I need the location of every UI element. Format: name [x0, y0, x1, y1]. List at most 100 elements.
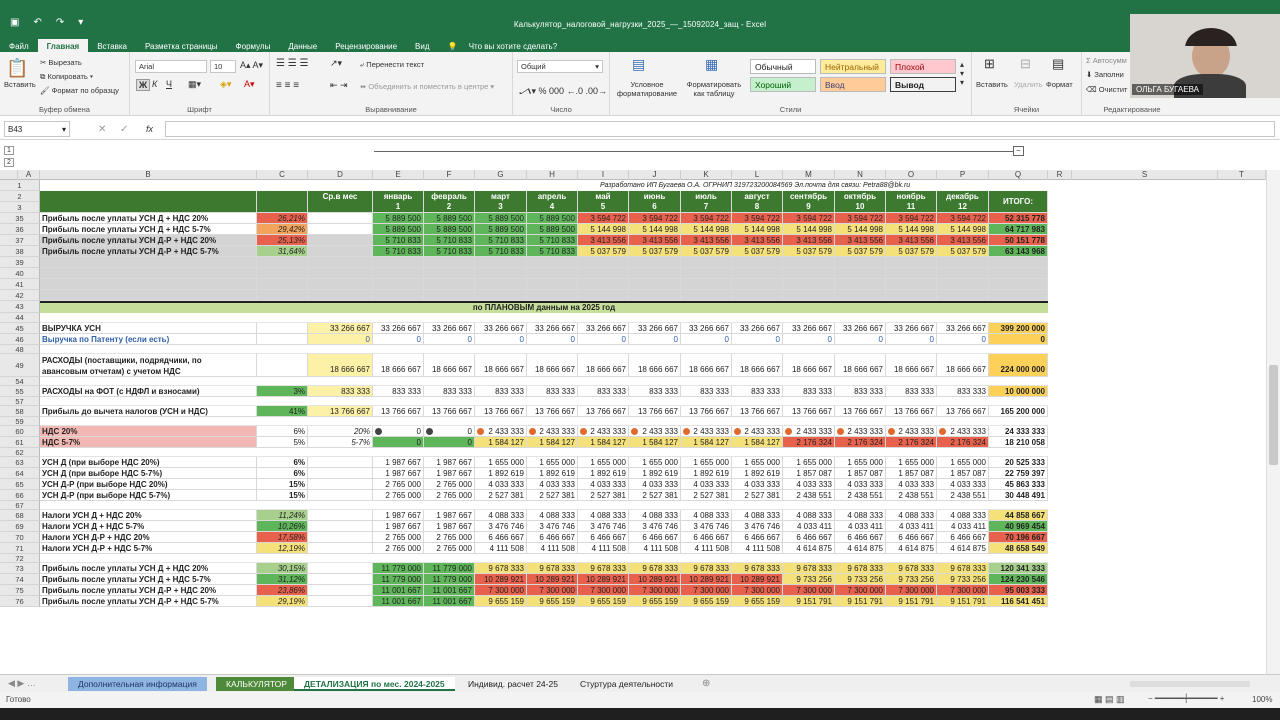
- cell-b[interactable]: [40, 290, 257, 301]
- row-header[interactable]: 44: [0, 313, 40, 323]
- row-pct[interactable]: 31,12%: [257, 574, 308, 585]
- month-value[interactable]: 1 892 619: [475, 468, 527, 479]
- month-value[interactable]: 33 266 667: [937, 323, 989, 334]
- fill-button[interactable]: ⬇ Заполни: [1086, 70, 1124, 79]
- row-header[interactable]: 62: [0, 448, 40, 457]
- month-value[interactable]: 0: [424, 426, 475, 437]
- month-value[interactable]: 0: [373, 437, 424, 448]
- month-value[interactable]: 9 678 333: [475, 563, 527, 574]
- plan-section-title[interactable]: по ПЛАНОВЫМ данным на 2025 год: [40, 301, 1048, 313]
- row-pct[interactable]: 10,26%: [257, 521, 308, 532]
- header-month-4[interactable]: апрель 4: [527, 191, 578, 213]
- column-header-c[interactable]: C: [257, 170, 308, 180]
- cell-p[interactable]: [937, 257, 989, 268]
- row-header[interactable]: 76: [0, 596, 40, 607]
- row-label[interactable]: ВЫРУЧКА УСН: [40, 323, 257, 334]
- month-value[interactable]: 18 666 667: [629, 354, 681, 377]
- row-header[interactable]: 46: [0, 334, 40, 345]
- row-label[interactable]: Налоги УСН Д + НДС 20%: [40, 510, 257, 521]
- column-header-t[interactable]: T: [1218, 170, 1266, 180]
- row-pct[interactable]: 29,19%: [257, 596, 308, 607]
- month-value[interactable]: 7 300 000: [578, 585, 629, 596]
- column-header-o[interactable]: O: [886, 170, 937, 180]
- cell-d[interactable]: [308, 510, 373, 521]
- month-value[interactable]: 10 289 921: [578, 574, 629, 585]
- column-header-f[interactable]: F: [424, 170, 475, 180]
- month-value[interactable]: 5 889 500: [424, 213, 475, 224]
- row-total[interactable]: 120 341 333: [989, 563, 1048, 574]
- month-value[interactable]: 2 176 324: [937, 437, 989, 448]
- row-total[interactable]: 52 315 778: [989, 213, 1048, 224]
- month-value[interactable]: 33 266 667: [629, 323, 681, 334]
- cell-d[interactable]: [308, 532, 373, 543]
- row-pct[interactable]: 6%: [257, 426, 308, 437]
- row-header[interactable]: 74: [0, 574, 40, 585]
- row-label[interactable]: Прибыль до вычета налогов (УСН и НДС): [40, 406, 257, 417]
- month-value[interactable]: 2 527 381: [527, 490, 578, 501]
- row-label[interactable]: Прибыль после уплаты УСН Д-Р + НДС 20%: [40, 235, 257, 246]
- month-value[interactable]: 18 666 667: [578, 354, 629, 377]
- cell-e[interactable]: [373, 268, 424, 279]
- month-value[interactable]: 11 779 000: [424, 563, 475, 574]
- month-value[interactable]: 33 266 667: [424, 323, 475, 334]
- cell-d[interactable]: [308, 574, 373, 585]
- cell-c[interactable]: [257, 323, 308, 334]
- month-value[interactable]: 1 892 619: [527, 468, 578, 479]
- month-value[interactable]: 1 584 127: [527, 437, 578, 448]
- cell-q[interactable]: [989, 290, 1048, 301]
- row-total[interactable]: 30 448 491: [989, 490, 1048, 501]
- month-value[interactable]: 1 584 127: [629, 437, 681, 448]
- month-value[interactable]: 2 433 333: [629, 426, 681, 437]
- month-value[interactable]: 18 666 667: [527, 354, 578, 377]
- month-value[interactable]: 7 300 000: [629, 585, 681, 596]
- month-value[interactable]: 5 144 998: [732, 224, 783, 235]
- month-value[interactable]: 4 033 333: [527, 479, 578, 490]
- column-header-p[interactable]: P: [937, 170, 989, 180]
- row-header[interactable]: 64: [0, 468, 40, 479]
- row-header[interactable]: 60: [0, 426, 40, 437]
- month-value[interactable]: 5 710 833: [527, 235, 578, 246]
- wrap-text-button[interactable]: ⤶ Перенести текст: [360, 60, 424, 70]
- cell-d[interactable]: [308, 468, 373, 479]
- month-value[interactable]: 2 527 381: [629, 490, 681, 501]
- indent-icon[interactable]: ⇤ ⇥: [330, 80, 348, 91]
- month-value[interactable]: 4 614 875: [783, 543, 835, 554]
- month-value[interactable]: 2 438 551: [783, 490, 835, 501]
- month-value[interactable]: 5 889 500: [424, 224, 475, 235]
- cell-d[interactable]: [308, 279, 373, 290]
- font-size-select[interactable]: 10: [210, 60, 236, 73]
- month-value[interactable]: 6 466 667: [681, 532, 732, 543]
- row-total[interactable]: 64 717 983: [989, 224, 1048, 235]
- month-value[interactable]: 2 765 000: [373, 490, 424, 501]
- row-total[interactable]: 22 759 397: [989, 468, 1048, 479]
- row-header[interactable]: 41: [0, 279, 40, 290]
- row-header[interactable]: 39: [0, 257, 40, 268]
- cell-j[interactable]: [629, 257, 681, 268]
- row-header[interactable]: 1: [0, 180, 40, 191]
- month-value[interactable]: 0: [681, 334, 732, 345]
- cell-d[interactable]: [308, 224, 373, 235]
- style-input[interactable]: Ввод: [820, 77, 886, 92]
- font-name-select[interactable]: Arial: [135, 60, 207, 73]
- style-good[interactable]: Хороший: [750, 77, 816, 92]
- row-header[interactable]: 2: [0, 191, 40, 202]
- header-month-5[interactable]: май 5: [578, 191, 629, 213]
- month-value[interactable]: 0: [373, 426, 424, 437]
- paste-button[interactable]: Вставить: [4, 80, 36, 89]
- month-value[interactable]: 4 033 333: [681, 479, 732, 490]
- italic-button[interactable]: К: [152, 79, 157, 89]
- cell-f[interactable]: [424, 279, 475, 290]
- cell-m[interactable]: [783, 279, 835, 290]
- cell-d[interactable]: [308, 521, 373, 532]
- month-value[interactable]: 9 151 791: [886, 596, 937, 607]
- month-value[interactable]: 833 333: [886, 386, 937, 397]
- month-value[interactable]: 7 300 000: [475, 585, 527, 596]
- month-value[interactable]: 3 413 556: [681, 235, 732, 246]
- cell-d[interactable]: [308, 585, 373, 596]
- cell-b[interactable]: [40, 268, 257, 279]
- month-value[interactable]: 9 678 333: [732, 563, 783, 574]
- insert-cells-button[interactable]: Вставить: [976, 80, 1008, 89]
- month-value[interactable]: 4 088 333: [629, 510, 681, 521]
- month-value[interactable]: 9 678 333: [783, 563, 835, 574]
- month-value[interactable]: 18 666 667: [937, 354, 989, 377]
